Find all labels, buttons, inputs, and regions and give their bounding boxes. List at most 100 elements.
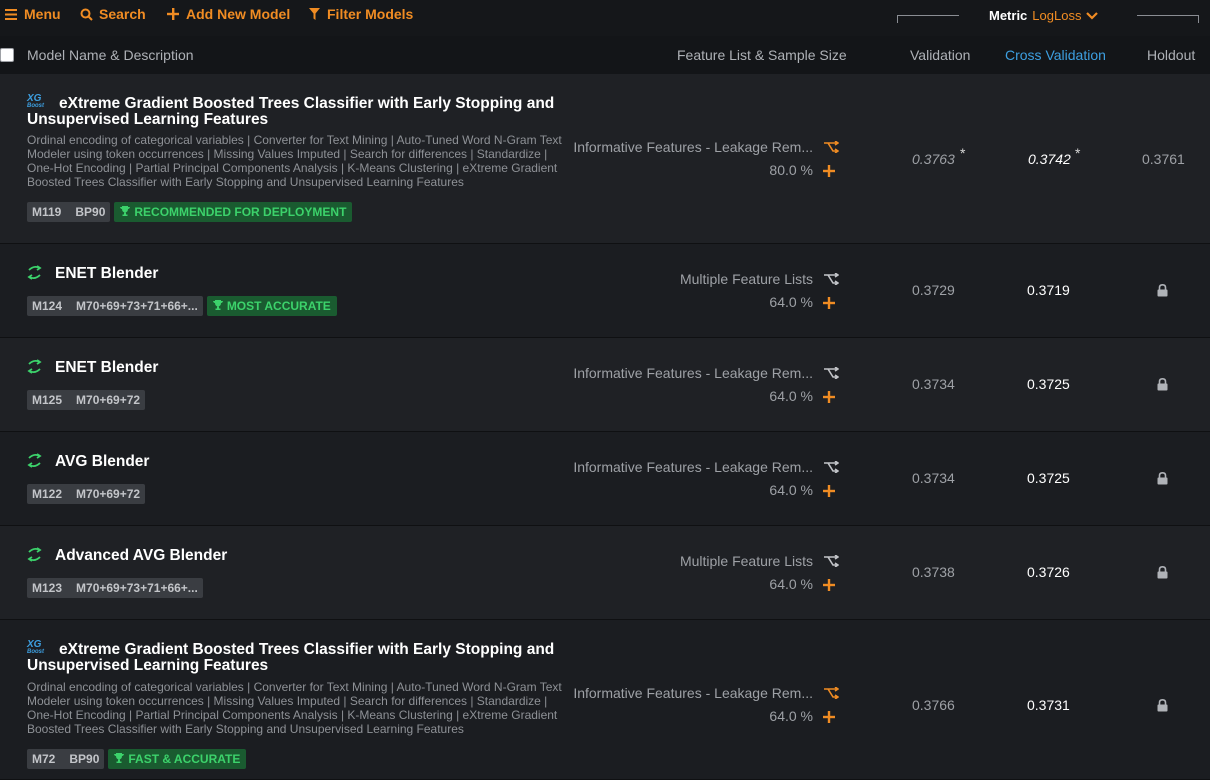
fork-icon[interactable] [823, 460, 841, 474]
add-sample-size-button[interactable] [822, 164, 836, 178]
column-model[interactable]: Model Name & Description [27, 47, 194, 63]
menu-button[interactable]: Menu [4, 6, 61, 22]
add-new-model-button[interactable]: Add New Model [166, 6, 290, 22]
model-title[interactable]: ENET Blender [55, 360, 595, 376]
validation-score: 0.3738 [912, 564, 955, 580]
add-sample-size-button[interactable] [822, 390, 836, 404]
model-row[interactable]: XG Boost eXtreme Gradient Boosted Trees … [0, 620, 1210, 780]
metric-label: Metric [989, 8, 1028, 23]
validation-score: 0.3763 [912, 151, 955, 167]
model-id-badge: M72 BP90 [27, 749, 105, 769]
select-all-checkbox[interactable] [0, 48, 14, 62]
lock-icon [1157, 698, 1169, 712]
badge-group: M124 M70+69+73+71+66+... MOST ACCURATE [27, 296, 337, 316]
badge-group: M122 M70+69+72 [27, 484, 146, 504]
cross-validation-score: 0.3719 [1027, 282, 1070, 298]
model-row[interactable]: ENET Blender M124 M70+69+73+71+66+... MOS… [0, 244, 1210, 338]
model-id-badge: M124 M70+69+73+71+66+... [27, 296, 203, 316]
feature-list-name[interactable]: Informative Features - Leakage Rem... [573, 139, 813, 155]
model-id-badge: M123 M70+69+73+71+66+... [27, 578, 203, 598]
model-description: Ordinal encoding of categorical variable… [27, 680, 562, 736]
sample-size: 80.0 % [769, 162, 813, 178]
feature-list-name[interactable]: Informative Features - Leakage Rem... [573, 685, 813, 701]
column-holdout[interactable]: Holdout [1147, 47, 1195, 63]
blender-icon [27, 547, 43, 563]
recommended-badge: RECOMMENDED FOR DEPLOYMENT [114, 202, 353, 222]
plus-icon [166, 7, 180, 21]
chevron-down-icon[interactable] [1086, 8, 1099, 23]
badge-group: M123 M70+69+73+71+66+... [27, 578, 203, 598]
holdout-score: 0.3761 [1142, 151, 1185, 167]
feature-list-name[interactable]: Informative Features - Leakage Rem... [573, 365, 813, 381]
feature-list-name[interactable]: Informative Features - Leakage Rem... [573, 459, 813, 475]
sample-size: 64.0 % [769, 482, 813, 498]
fork-icon[interactable] [823, 686, 841, 700]
fork-icon[interactable] [823, 140, 841, 154]
fork-icon[interactable] [823, 366, 841, 380]
most-accurate-badge: MOST ACCURATE [206, 296, 337, 316]
star-marker: * [960, 145, 966, 161]
search-icon [79, 7, 93, 21]
hamburger-icon [4, 7, 18, 21]
blender-icon [27, 359, 43, 375]
model-row[interactable]: ENET Blender M125 M70+69+72 Informative F… [0, 338, 1210, 432]
sample-size: 64.0 % [769, 708, 813, 724]
validation-score: 0.3734 [912, 470, 955, 486]
trophy-icon [114, 752, 125, 766]
trophy-icon [120, 205, 131, 219]
model-title[interactable]: ENET Blender [55, 266, 595, 282]
add-sample-size-button[interactable] [822, 296, 836, 310]
fast-accurate-badge: FAST & ACCURATE [108, 749, 247, 769]
sample-size: 64.0 % [769, 294, 813, 310]
validation-score: 0.3729 [912, 282, 955, 298]
column-cross-validation[interactable]: Cross Validation [1005, 47, 1106, 63]
model-title[interactable]: Advanced AVG Blender [55, 548, 595, 564]
model-id-badge: M122 M70+69+72 [27, 484, 146, 504]
model-row[interactable]: AVG Blender M122 M70+69+72 Informative Fe… [0, 432, 1210, 526]
search-button[interactable]: Search [79, 6, 146, 22]
model-description: Ordinal encoding of categorical variable… [27, 133, 562, 189]
sample-size: 64.0 % [769, 576, 813, 592]
feature-list-name[interactable]: Multiple Feature Lists [680, 271, 813, 287]
model-row[interactable]: Advanced AVG Blender M123 M70+69+73+71+66… [0, 526, 1210, 620]
validation-score: 0.3734 [912, 376, 955, 392]
trophy-icon [212, 299, 223, 313]
metric-selector[interactable]: Metric LogLoss [989, 8, 1099, 23]
add-sample-size-button[interactable] [822, 484, 836, 498]
model-id-badge: M119 BP90 [27, 202, 111, 222]
cross-validation-score: 0.3731 [1027, 697, 1070, 713]
badge-group: M72 BP90 FAST & ACCURATE [27, 749, 247, 769]
metric-bracket-right [1137, 15, 1199, 23]
metric-bracket-left [897, 15, 959, 23]
model-title[interactable]: AVG Blender [55, 454, 595, 470]
fork-icon[interactable] [823, 272, 841, 286]
table-header: Model Name & Description Feature List & … [0, 36, 1210, 74]
blender-icon [27, 265, 43, 281]
cross-validation-score: 0.3725 [1027, 470, 1070, 486]
cross-validation-score: 0.3726 [1027, 564, 1070, 580]
search-label: Search [99, 6, 146, 22]
feature-list-name[interactable]: Multiple Feature Lists [680, 553, 813, 569]
badge-group: M119 BP90 RECOMMENDED FOR DEPLOYMENT [27, 202, 353, 222]
cross-validation-score: 0.3725 [1027, 376, 1070, 392]
add-sample-size-button[interactable] [822, 710, 836, 724]
model-row[interactable]: XG Boost eXtreme Gradient Boosted Trees … [0, 74, 1210, 244]
model-title[interactable]: eXtreme Gradient Boosted Trees Classifie… [27, 96, 567, 128]
model-title[interactable]: eXtreme Gradient Boosted Trees Classifie… [27, 642, 567, 674]
lock-icon [1157, 471, 1169, 485]
add-model-label: Add New Model [186, 6, 291, 22]
menu-label: Menu [24, 6, 61, 22]
metric-value[interactable]: LogLoss [1032, 8, 1081, 23]
model-id-badge: M125 M70+69+72 [27, 390, 146, 410]
lock-icon [1157, 283, 1169, 297]
column-validation[interactable]: Validation [910, 47, 970, 63]
add-sample-size-button[interactable] [822, 578, 836, 592]
blender-icon [27, 453, 43, 469]
lock-icon [1157, 377, 1169, 391]
filter-models-button[interactable]: Filter Models [307, 6, 413, 22]
fork-icon[interactable] [823, 554, 841, 568]
star-marker: * [1075, 145, 1081, 161]
column-feature-list[interactable]: Feature List & Sample Size [677, 47, 847, 63]
filter-icon [307, 7, 321, 21]
validation-score: 0.3766 [912, 697, 955, 713]
